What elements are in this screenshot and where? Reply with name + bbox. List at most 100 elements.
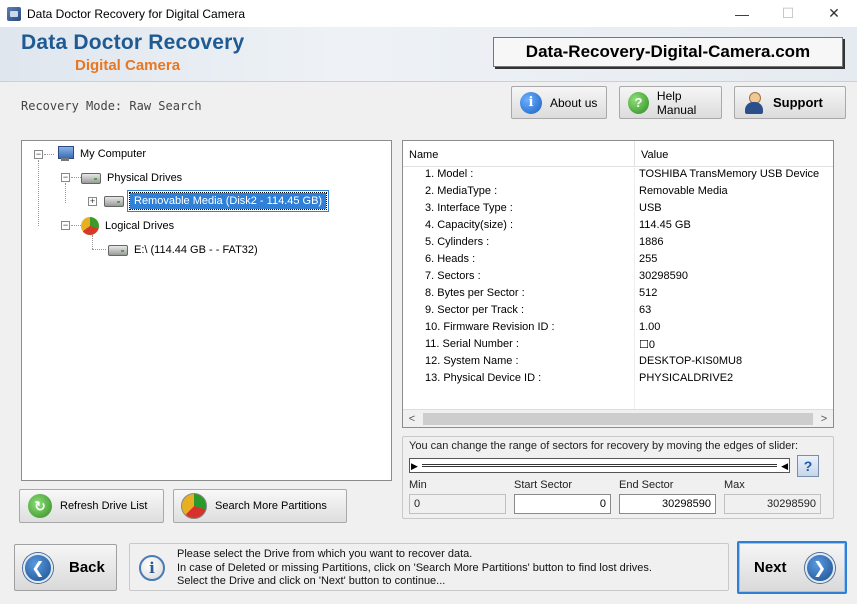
instruction-line-1: Please select the Drive from which you w… [177, 548, 473, 560]
property-name: 6. Heads : [403, 253, 635, 270]
search-partitions-label: Search More Partitions [215, 500, 327, 512]
about-us-button[interactable]: i About us [511, 86, 607, 119]
column-header-name[interactable]: Name [403, 141, 635, 166]
refresh-label: Refresh Drive List [60, 500, 148, 512]
slider-right-handle-icon[interactable]: ◀ [781, 461, 788, 472]
start-sector-label: Start Sector [514, 479, 573, 491]
table-row[interactable]: 3. Interface Type : USB [403, 202, 833, 219]
maximize-button[interactable]: ☐ [765, 0, 811, 27]
table-row[interactable]: 6. Heads : 255 [403, 253, 833, 270]
instruction-line-2: In case of Deleted or missing Partitions… [177, 562, 652, 574]
website-link[interactable]: Data-Recovery-Digital-Camera.com [493, 37, 843, 67]
start-sector-input[interactable]: 0 [514, 494, 611, 514]
title-bar: Data Doctor Recovery for Digital Camera … [0, 0, 857, 27]
refresh-icon: ↻ [28, 494, 52, 518]
property-value: TOSHIBA TransMemory USB Device [639, 168, 820, 180]
slider-fill [422, 464, 777, 467]
property-name: 9. Sector per Track : [403, 304, 635, 321]
property-name: 5. Cylinders : [403, 236, 635, 253]
hard-drive-icon [81, 172, 101, 184]
property-value: 30298590 [639, 270, 688, 282]
arrow-right-icon: ❯ [804, 552, 835, 583]
window-controls: — ☐ ✕ [719, 0, 857, 27]
header-banner: Data Doctor Recovery Digital Camera Data… [0, 27, 857, 82]
horizontal-scrollbar[interactable]: < > [403, 409, 833, 427]
property-name: 2. MediaType : [403, 185, 635, 202]
property-value: USB [639, 202, 662, 214]
table-row[interactable]: 4. Capacity(size) : 114.45 GB [403, 219, 833, 236]
computer-icon [56, 146, 74, 162]
expand-removable-toggle[interactable]: + [88, 197, 97, 206]
tree-node-logical-drives[interactable]: Logical Drives [81, 216, 174, 236]
drive-tree[interactable]: − My Computer − Physical Drives + Remova… [21, 140, 392, 481]
tree-label-my-computer: My Computer [80, 148, 147, 160]
property-name: 1. Model : [403, 168, 635, 185]
properties-header: Name Value [403, 141, 833, 167]
end-sector-label: End Sector [619, 479, 674, 491]
table-row[interactable]: 11. Serial Number : ☐0 [403, 338, 833, 355]
column-header-value[interactable]: Value [635, 141, 674, 166]
table-row[interactable]: 10. Firmware Revision ID : 1.00 [403, 321, 833, 338]
question-icon: ? [803, 458, 813, 474]
min-sector-field: 0 [409, 494, 506, 514]
minimize-button[interactable]: — [719, 0, 765, 27]
slider-left-handle-icon[interactable]: ▶ [411, 461, 418, 472]
collapse-root-toggle[interactable]: − [34, 150, 43, 159]
about-us-label: About us [550, 95, 598, 110]
next-button[interactable]: Next ❯ [737, 541, 847, 594]
property-value: Removable Media [639, 185, 728, 197]
tree-node-removable-media[interactable]: Removable Media (Disk2 - 114.45 GB) [104, 191, 328, 211]
arrow-left-icon: ❮ [23, 552, 53, 583]
min-label: Min [409, 479, 427, 491]
removable-drive-icon [104, 195, 124, 207]
window-title: Data Doctor Recovery for Digital Camera [27, 6, 246, 21]
question-icon: ? [628, 91, 649, 114]
info-icon: i [139, 555, 165, 581]
table-row[interactable]: 1. Model : TOSHIBA TransMemory USB Device [403, 168, 833, 185]
property-value: 1886 [639, 236, 664, 248]
property-value: DESKTOP-KIS0MU8 [639, 355, 743, 367]
property-name: 4. Capacity(size) : [403, 219, 635, 236]
tree-node-my-computer[interactable]: My Computer [56, 144, 146, 164]
collapse-physical-toggle[interactable]: − [61, 173, 70, 182]
scrollbar-thumb[interactable] [423, 412, 813, 425]
slider-help-button[interactable]: ? [797, 455, 819, 477]
table-row[interactable]: 12. System Name : DESKTOP-KIS0MU8 [403, 355, 833, 372]
tree-node-physical-drives[interactable]: Physical Drives [81, 168, 182, 188]
table-row[interactable]: 13. Physical Device ID : PHYSICALDRIVE2 [403, 372, 833, 389]
property-name: 11. Serial Number : [403, 338, 635, 355]
tree-node-volume-e[interactable]: E:\ (114.44 GB - - FAT32) [108, 240, 258, 260]
table-row[interactable]: 5. Cylinders : 1886 [403, 236, 833, 253]
search-more-partitions-button[interactable]: Search More Partitions [173, 489, 347, 523]
close-button[interactable]: ✕ [811, 0, 857, 27]
property-value: 114.45 GB [639, 219, 691, 231]
drive-properties-list[interactable]: Name Value 1. Model : TOSHIBA TransMemory… [402, 140, 834, 428]
table-row[interactable]: 8. Bytes per Sector : 512 [403, 287, 833, 304]
back-button[interactable]: ❮ Back [14, 544, 117, 591]
collapse-logical-toggle[interactable]: − [61, 221, 70, 230]
table-row[interactable]: 7. Sectors : 30298590 [403, 270, 833, 287]
table-row[interactable]: 9. Sector per Track : 63 [403, 304, 833, 321]
property-name: 12. System Name : [403, 355, 635, 372]
scroll-right-icon[interactable]: > [815, 413, 833, 425]
help-manual-button[interactable]: ? Help Manual [619, 86, 722, 119]
support-label: Support [773, 95, 823, 110]
refresh-drive-list-button[interactable]: ↻ Refresh Drive List [19, 489, 164, 523]
property-value: 512 [639, 287, 658, 299]
sector-range-slider[interactable]: ▶ ◀ [409, 458, 790, 473]
tree-label-removable-media: Removable Media (Disk2 - 114.45 GB) [128, 192, 328, 210]
table-row[interactable]: 2. MediaType : Removable Media [403, 185, 833, 202]
tree-label-volume-e: E:\ (114.44 GB - - FAT32) [134, 244, 258, 256]
tree-label-physical-drives: Physical Drives [107, 172, 183, 184]
support-button[interactable]: Support [734, 86, 846, 119]
volume-drive-icon [108, 244, 128, 256]
tree-label-logical-drives: Logical Drives [105, 220, 175, 232]
property-value: ☐0 [639, 339, 655, 351]
property-name: 7. Sectors : [403, 270, 635, 287]
scroll-left-icon[interactable]: < [403, 413, 421, 425]
property-value: PHYSICALDRIVE2 [639, 372, 734, 384]
property-name: 13. Physical Device ID : [403, 372, 635, 389]
end-sector-input[interactable]: 30298590 [619, 494, 716, 514]
back-label: Back [69, 559, 105, 576]
slider-instruction: You can change the range of sectors for … [409, 440, 799, 452]
